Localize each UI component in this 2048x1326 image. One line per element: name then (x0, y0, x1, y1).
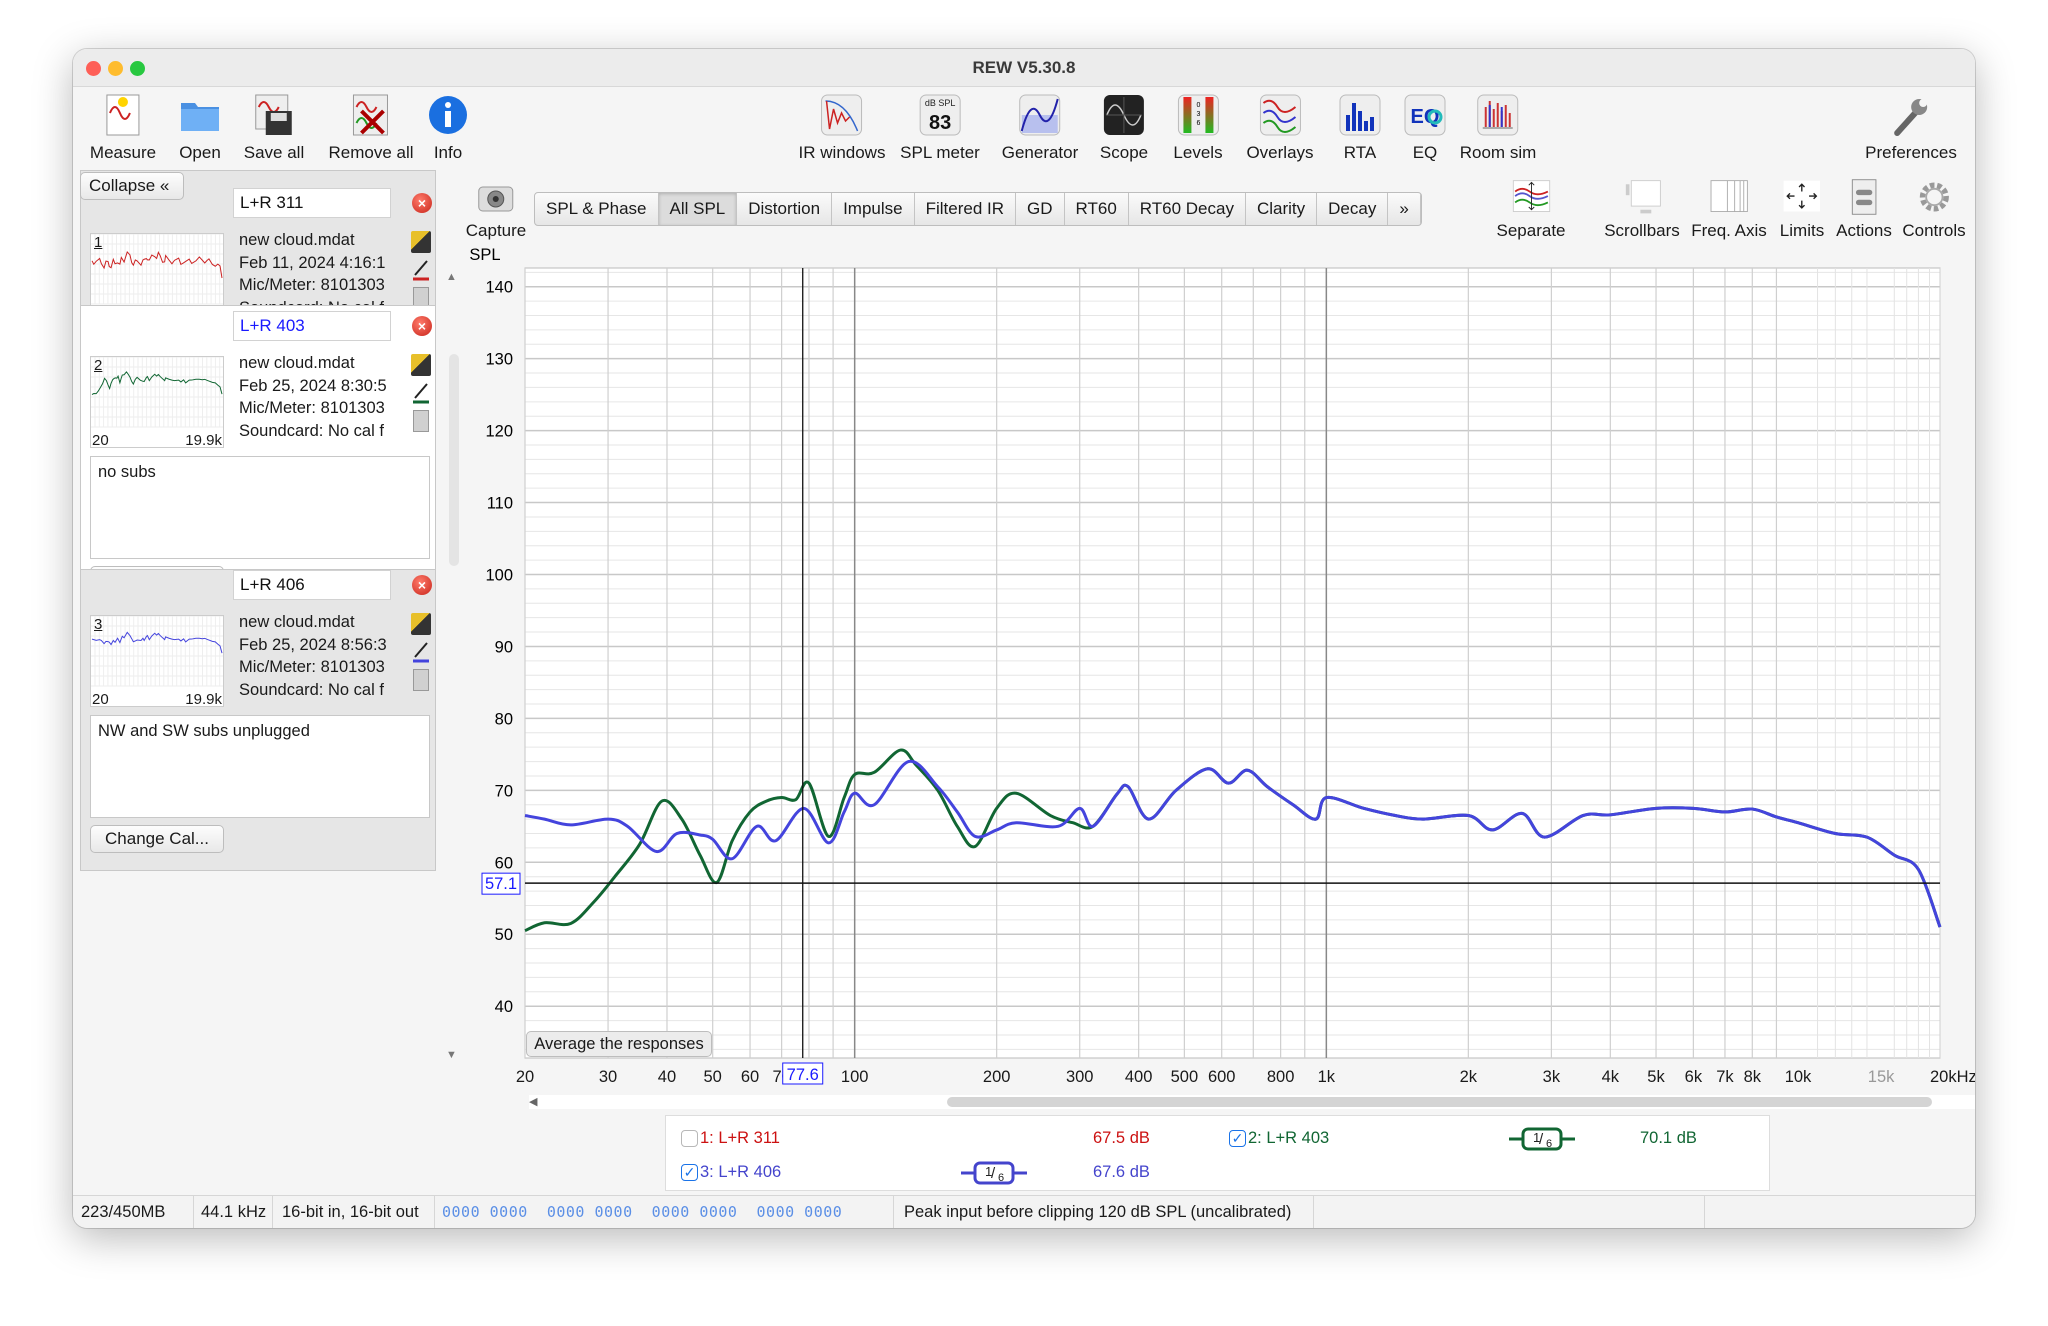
y-tick-label: 70 (495, 782, 513, 800)
x-tick-label: 10k (1785, 1068, 1812, 1086)
average-responses-button[interactable]: Average the responses (526, 1031, 712, 1057)
x-tick-label: 50 (704, 1068, 722, 1086)
plot-area (524, 267, 1941, 1059)
smoothing-button-2[interactable]: 1/6 (1509, 1127, 1575, 1151)
scroll-left-arrow-icon[interactable]: ◀ (529, 1095, 537, 1108)
legend-checkbox-1[interactable] (681, 1130, 698, 1147)
double-chevron-left-icon: « (159, 176, 170, 195)
x-tick-label: 20kHz (1930, 1068, 1975, 1086)
collapse-button[interactable]: Collapse « (80, 172, 184, 200)
x-tick-label: 200 (983, 1068, 1011, 1086)
x-tick-label: 15k (1868, 1068, 1895, 1086)
x-tick-label: 20 (516, 1068, 534, 1086)
sample-rate: 44.1 kHz (201, 1203, 267, 1221)
x-tick-label: 600 (1208, 1068, 1236, 1086)
x-tick-label: 5k (1647, 1068, 1665, 1086)
x-tick-label: 100 (841, 1068, 869, 1086)
legend-label-2: 2: L+R 403 (1248, 1129, 1330, 1147)
cursor-x-readout: 77.6 (787, 1066, 819, 1084)
legend-level-1: 67.5 dB (1093, 1129, 1150, 1147)
y-tick-label: 80 (495, 710, 513, 728)
legend-level-2: 70.1 dB (1640, 1129, 1697, 1147)
smoothing-button-3[interactable]: 1/6 (961, 1161, 1027, 1185)
x-tick-label: 500 (1171, 1068, 1199, 1086)
status-bar: 223/450MB 44.1 kHz 16-bit in, 16-bit out… (73, 1195, 1975, 1228)
peak-input-info: Peak input before clipping 120 dB SPL (u… (904, 1203, 1292, 1221)
x-tick-label: 1k (1318, 1068, 1336, 1086)
y-axis-label: SPL (469, 246, 500, 264)
y-tick-label: 110 (487, 495, 513, 513)
y-tick-label: 60 (495, 854, 513, 872)
y-tick-label: 90 (495, 638, 513, 656)
rew-window: REW V5.30.8 Measure Open Save all Remove al… (73, 49, 1975, 1228)
legend-checkbox-3[interactable]: ✓ (681, 1164, 698, 1181)
x-tick-label: 4k (1602, 1068, 1620, 1086)
y-tick-label: 130 (485, 351, 513, 369)
y-tick-label: 120 (485, 423, 513, 441)
x-tick-label: 60 (741, 1068, 759, 1086)
hscroll-thumb[interactable] (947, 1097, 1932, 1107)
cursor-y-readout: 57.1 (485, 875, 517, 893)
svg-text:6: 6 (1546, 1138, 1552, 1150)
x-tick-label: 30 (599, 1068, 617, 1086)
x-tick-label: 2k (1460, 1068, 1478, 1086)
legend-panel: 1: L+R 311 67.5 dB ✓ 2: L+R 403 1/6 70.1… (665, 1115, 1770, 1191)
memory-usage: 223/450MB (81, 1203, 166, 1221)
legend-level-3: 67.6 dB (1093, 1163, 1150, 1181)
y-tick-label: 50 (495, 926, 513, 944)
x-tick-label: 300 (1066, 1068, 1094, 1086)
y-tick-label: 140 (485, 279, 513, 297)
input-level-meters: 0000 0000 0000 0000 0000 0000 0000 0000 (442, 1203, 843, 1221)
x-tick-label: 6k (1685, 1068, 1703, 1086)
legend-label-3: 3: L+R 406 (700, 1163, 782, 1181)
x-tick-label: 800 (1267, 1068, 1295, 1086)
smoothing-icon: 1/6 (961, 1161, 1027, 1185)
x-tick-label: 7k (1716, 1068, 1734, 1086)
legend-label-1: 1: L+R 311 (700, 1129, 780, 1147)
svg-text:6: 6 (998, 1172, 1004, 1184)
y-tick-label: 40 (495, 998, 513, 1016)
legend-checkbox-2[interactable]: ✓ (1229, 1130, 1246, 1147)
x-tick-label: 8k (1744, 1068, 1762, 1086)
smoothing-icon: 1/6 (1509, 1127, 1575, 1151)
x-tick-label: 40 (658, 1068, 676, 1086)
chart-hscrollbar[interactable]: ◀ ▶ (529, 1095, 1975, 1109)
collapse-label: Collapse (89, 176, 156, 195)
bit-depth: 16-bit in, 16-bit out (282, 1203, 419, 1221)
y-tick-label: 100 (485, 567, 513, 585)
x-tick-label: 400 (1125, 1068, 1153, 1086)
x-tick-label: 3k (1543, 1068, 1561, 1086)
spl-chart[interactable]: SPL 140 130 120 110 100 90 80 70 60 50 40 20 30 40 50 60… (73, 49, 1975, 1189)
